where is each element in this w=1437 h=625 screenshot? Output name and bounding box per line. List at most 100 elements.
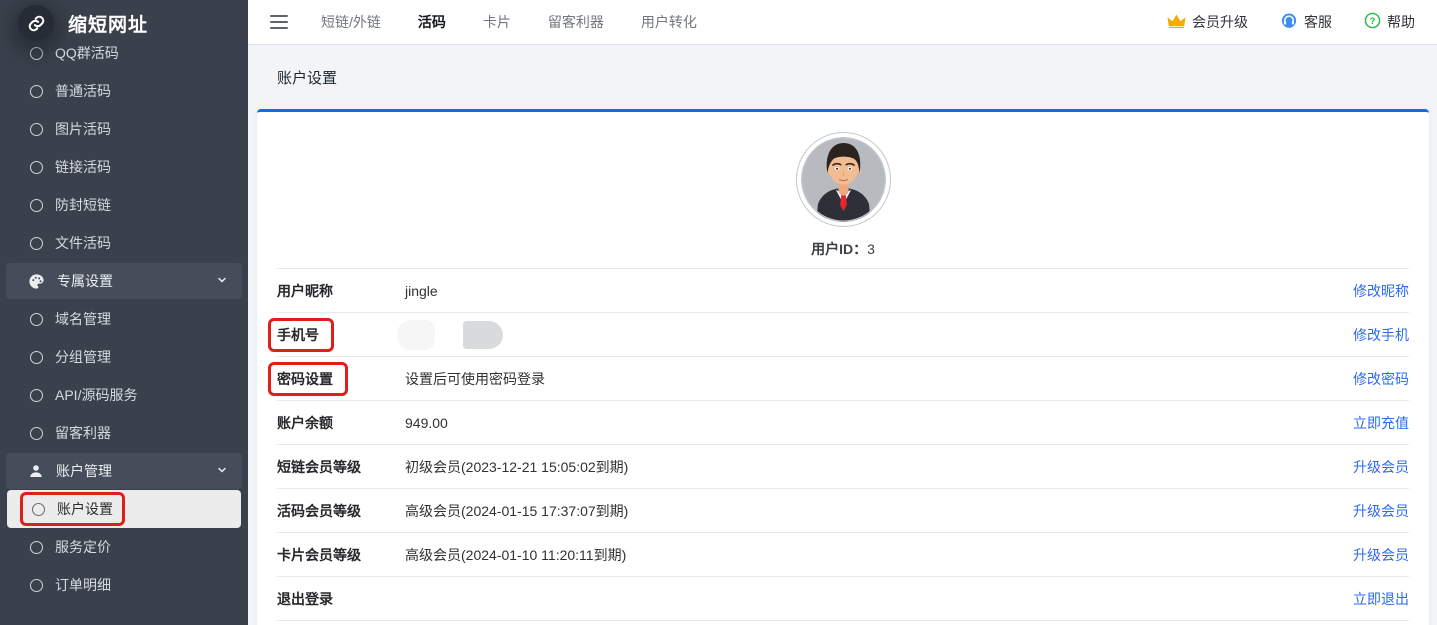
shortlink-membership-label: 短链会员等级: [277, 457, 405, 477]
help-button[interactable]: ? 帮助: [1364, 12, 1415, 32]
sidebar-item-api-source-service[interactable]: API/源码服务: [0, 376, 248, 414]
sidebar-item-normal-code[interactable]: 普通活码: [0, 72, 248, 110]
tab-cards[interactable]: 卡片: [483, 12, 511, 32]
radio-circle-icon: [30, 351, 43, 364]
recharge-link[interactable]: 立即充值: [1353, 413, 1409, 433]
radio-circle-icon: [30, 199, 43, 212]
password-label: 密码设置: [277, 371, 333, 387]
tab-live-code[interactable]: 活码: [418, 12, 446, 32]
password-hint: 设置后可使用密码登录: [405, 369, 1353, 389]
hamburger-icon[interactable]: [270, 15, 288, 29]
sidebar-item-label: 域名管理: [55, 309, 111, 329]
customer-service-label: 客服: [1304, 12, 1332, 32]
app-title: 缩短网址: [68, 10, 148, 37]
edit-nickname-link[interactable]: 修改昵称: [1353, 281, 1409, 301]
sidebar-item-label: 账户设置: [57, 499, 113, 519]
sidebar-item-label: 文件活码: [55, 233, 111, 253]
member-upgrade-label: 会员升级: [1192, 12, 1248, 32]
balance-label: 账户余额: [277, 413, 405, 433]
password-label-wrap: 密码设置: [277, 362, 405, 396]
crown-icon: [1167, 13, 1186, 31]
avatar[interactable]: [796, 132, 891, 227]
row-card-membership: 卡片会员等级 高级会员(2024-01-10 11:20:11到期) 升级会员: [277, 533, 1409, 577]
phone-label-wrap: 手机号: [277, 318, 405, 352]
sidebar-item-label: QQ群活码: [55, 43, 119, 63]
radio-circle-icon: [30, 85, 43, 98]
radio-circle-icon: [30, 161, 43, 174]
sidebar-item-domain-management[interactable]: 域名管理: [0, 300, 248, 338]
sidebar-section-label: 账户管理: [56, 461, 216, 481]
sidebar-item-link-code[interactable]: 链接活码: [0, 148, 248, 186]
sidebar-menu: QQ群活码 普通活码 图片活码 链接活码 防封短链 文件活码: [0, 46, 248, 625]
sidebar-item-antiblock-link[interactable]: 防封短链: [0, 186, 248, 224]
radio-circle-icon: [32, 503, 45, 516]
sidebar-item-service-pricing[interactable]: 服务定价: [0, 528, 248, 566]
sidebar-section-exclusive-settings[interactable]: 专属设置: [6, 263, 242, 299]
svg-text:?: ?: [1370, 16, 1376, 27]
tab-short-links[interactable]: 短链/外链: [321, 12, 381, 32]
sidebar-item-image-code[interactable]: 图片活码: [0, 110, 248, 148]
avatar-section: 用户ID：3: [277, 112, 1409, 268]
edit-password-link[interactable]: 修改密码: [1353, 369, 1409, 389]
user-icon: [28, 463, 44, 479]
sidebar-item-label: API/源码服务: [55, 385, 137, 405]
page-header: 账户设置: [248, 45, 1437, 109]
sidebar-section-label: 专属设置: [57, 271, 216, 291]
annotation-box-phone: 手机号: [268, 318, 334, 352]
row-shortlink-membership: 短链会员等级 初级会员(2023-12-21 15:05:02到期) 升级会员: [277, 445, 1409, 489]
sidebar: 缩短网址 QQ群活码 普通活码 图片活码 链接活码 防封短链 文件活码: [0, 0, 248, 625]
radio-circle-icon: [30, 541, 43, 554]
sidebar-item-group-management[interactable]: 分组管理: [0, 338, 248, 376]
row-logout: 退出登录 立即退出: [277, 577, 1409, 621]
balance-value: 949.00: [405, 415, 1353, 431]
sidebar-item-label: 分组管理: [55, 347, 111, 367]
phone-value-redacted: [405, 320, 1353, 350]
radio-circle-icon: [30, 427, 43, 440]
row-nickname: 用户昵称 jingle 修改昵称: [277, 269, 1409, 313]
upgrade-card-link[interactable]: 升级会员: [1353, 545, 1409, 565]
redaction-blob: [397, 320, 435, 350]
app-logo[interactable]: 缩短网址: [0, 0, 248, 46]
radio-circle-icon: [30, 313, 43, 326]
annotation-box-password: 密码设置: [268, 362, 348, 396]
sidebar-item-file-code[interactable]: 文件活码: [0, 224, 248, 262]
user-id-line: 用户ID：3: [811, 239, 875, 259]
annotation-box-account-settings: 账户设置: [20, 492, 125, 526]
topbar: 短链/外链 活码 卡片 留客利器 用户转化 会员升级: [248, 0, 1437, 45]
account-settings-card: 用户ID：3 用户昵称 jingle 修改昵称 手机号 修改手机 密码设置 设置…: [257, 109, 1429, 625]
headset-icon: [1280, 12, 1298, 33]
livecode-membership-value: 高级会员(2024-01-15 17:37:07到期): [405, 501, 1353, 521]
logout-label: 退出登录: [277, 589, 405, 609]
sidebar-item-label: 链接活码: [55, 157, 111, 177]
upgrade-shortlink-link[interactable]: 升级会员: [1353, 457, 1409, 477]
radio-circle-icon: [30, 389, 43, 402]
sidebar-item-customer-retention[interactable]: 留客利器: [0, 414, 248, 452]
sidebar-item-order-details[interactable]: 订单明细: [0, 566, 248, 604]
tab-customer-retention[interactable]: 留客利器: [548, 12, 604, 32]
customer-service-button[interactable]: 客服: [1280, 12, 1332, 33]
sidebar-item-label: 普通活码: [55, 81, 111, 101]
logout-link[interactable]: 立即退出: [1353, 589, 1409, 609]
row-phone: 手机号 修改手机: [277, 313, 1409, 357]
radio-circle-icon: [30, 47, 43, 60]
user-id-label: 用户ID：: [811, 241, 867, 257]
card-membership-value: 高级会员(2024-01-10 11:20:11到期): [405, 545, 1353, 565]
sidebar-item-account-settings[interactable]: 账户设置: [7, 490, 241, 528]
topbar-actions: 会员升级 客服 ? 帮助: [1167, 12, 1415, 33]
chevron-down-icon: [216, 463, 228, 479]
sidebar-item-label: 防封短链: [55, 195, 111, 215]
card-membership-label: 卡片会员等级: [277, 545, 405, 565]
edit-phone-link[interactable]: 修改手机: [1353, 325, 1409, 345]
page-title: 账户设置: [277, 67, 337, 88]
avatar-image: [801, 137, 886, 222]
tab-user-conversion[interactable]: 用户转化: [641, 12, 697, 32]
sidebar-item-label: 图片活码: [55, 119, 111, 139]
row-balance: 账户余额 949.00 立即充值: [277, 401, 1409, 445]
sidebar-section-account-management[interactable]: 账户管理: [6, 453, 242, 489]
nickname-label: 用户昵称: [277, 281, 405, 301]
redaction-blob: [463, 321, 503, 349]
phone-label: 手机号: [277, 327, 319, 343]
member-upgrade-button[interactable]: 会员升级: [1167, 12, 1248, 32]
upgrade-livecode-link[interactable]: 升级会员: [1353, 501, 1409, 521]
account-rows: 用户昵称 jingle 修改昵称 手机号 修改手机 密码设置 设置后可使用密码登…: [277, 268, 1409, 621]
